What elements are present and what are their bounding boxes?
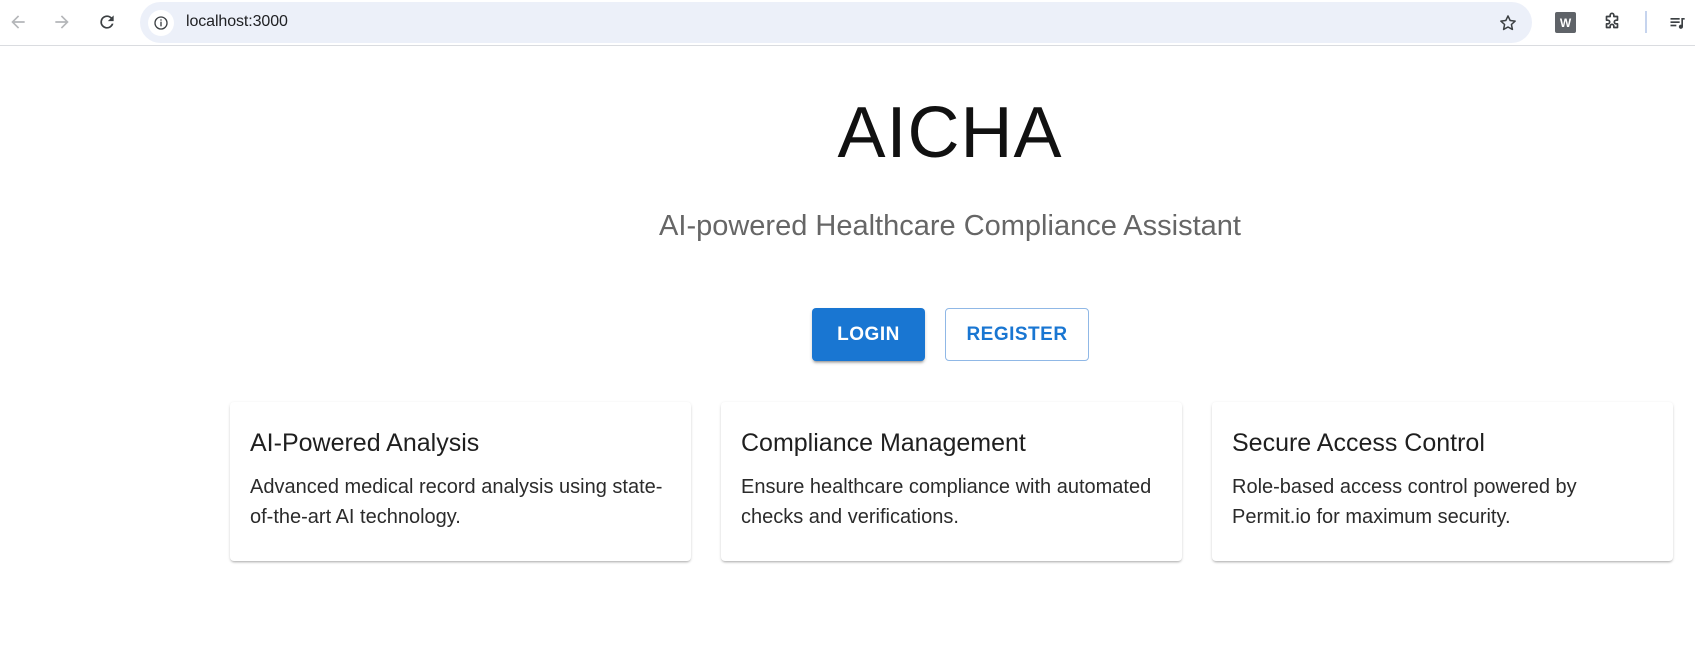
reload-icon [100, 15, 114, 29]
feature-card-description: Role-based access control powered by Per… [1232, 476, 1577, 528]
feature-card-ai-analysis: AI-Powered Analysis Advanced medical rec… [230, 402, 691, 561]
media-controls-button[interactable] [1665, 10, 1691, 36]
browser-toolbar: localhost:3000 W [0, 0, 1695, 46]
app-subtitle: AI-powered Healthcare Compliance Assista… [659, 210, 1241, 242]
login-button[interactable]: LOGIN [812, 308, 925, 361]
star-icon [1500, 15, 1516, 31]
info-icon [154, 16, 168, 30]
bookmark-button[interactable] [1496, 11, 1520, 35]
url-text[interactable]: localhost:3000 [186, 13, 288, 31]
feature-card-access-control: Secure Access Control Role-based access … [1212, 402, 1673, 561]
back-button[interactable] [2, 6, 34, 38]
puzzle-icon [1605, 12, 1619, 29]
register-button[interactable]: REGISTER [945, 308, 1089, 361]
media-queue-icon [1670, 18, 1685, 29]
arrow-right-icon [55, 15, 69, 29]
forward-button[interactable] [46, 6, 78, 38]
feature-card-title: AI-Powered Analysis [250, 429, 480, 457]
feature-card-description: Ensure healthcare compliance with automa… [741, 476, 1152, 528]
extensions-button[interactable] [1599, 9, 1625, 35]
app-title: AICHA [837, 93, 1063, 173]
w-extension-icon[interactable]: W [1555, 12, 1576, 33]
address-bar[interactable]: localhost:3000 [140, 2, 1532, 43]
site-info-button[interactable] [148, 10, 174, 36]
feature-card-description: Advanced medical record analysis using s… [250, 476, 663, 528]
reload-button[interactable] [91, 6, 123, 38]
feature-card-title: Compliance Management [741, 429, 1026, 457]
feature-card-compliance: Compliance Management Ensure healthcare … [721, 402, 1182, 561]
toolbar-divider [1645, 11, 1647, 33]
arrow-left-icon [11, 15, 25, 29]
feature-card-title: Secure Access Control [1232, 429, 1485, 457]
